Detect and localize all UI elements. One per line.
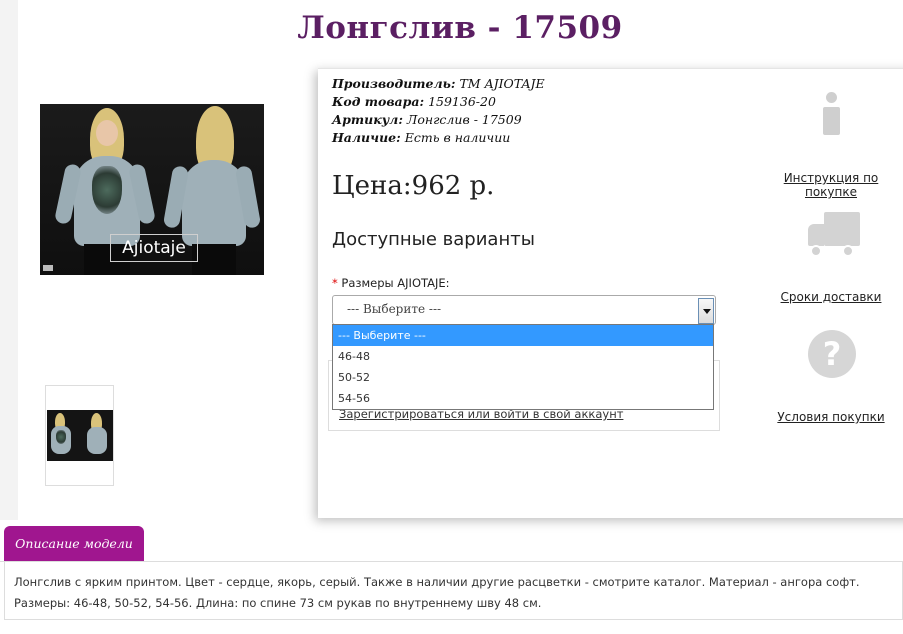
size-label-text: Размеры AJIOTAJE: xyxy=(341,276,450,290)
size-select[interactable]: --- Выберите --- xyxy=(332,295,716,325)
terms-item: Условия покупки xyxy=(756,410,903,424)
instruction-link[interactable]: Инструкция по покупке xyxy=(756,171,903,199)
price: Цена:962 р. xyxy=(332,171,495,201)
delivery-link[interactable]: Сроки доставки xyxy=(756,290,903,304)
code-label: Код товара: xyxy=(332,94,425,109)
question-icon: ? xyxy=(808,330,856,378)
availability-row: Наличие: Есть в наличии xyxy=(332,129,545,147)
product-thumbnail[interactable] xyxy=(45,385,114,486)
truck-icon xyxy=(806,212,860,258)
availability-label: Наличие: xyxy=(332,130,401,145)
info-icon xyxy=(820,92,844,136)
code-value: 159136-20 xyxy=(428,94,496,109)
variants-heading: Доступные варианты xyxy=(332,229,535,250)
instruction-item: Инструкция по покупке xyxy=(756,171,903,199)
thumbnail-image xyxy=(47,410,113,461)
manufacturer-value: ТМ AJIOTAJE xyxy=(459,76,545,91)
description-text: Лонгслив с ярким принтом. Цвет - сердце,… xyxy=(14,575,860,610)
article-label: Артикул: xyxy=(332,112,403,127)
size-dropdown-list[interactable]: --- Выберите --- 46-48 50-52 54-56 xyxy=(332,324,714,410)
size-select-value: --- Выберите --- xyxy=(347,302,442,316)
article-row: Артикул: Лонгслив - 17509 xyxy=(332,111,545,129)
chevron-down-icon[interactable] xyxy=(698,298,714,324)
size-option[interactable]: 54-56 xyxy=(333,388,713,409)
size-option[interactable]: 50-52 xyxy=(333,367,713,388)
code-row: Код товара: 159136-20 xyxy=(332,93,545,111)
left-margin-strip xyxy=(0,0,18,520)
size-option[interactable]: 46-48 xyxy=(333,346,713,367)
required-marker: * xyxy=(332,276,338,290)
size-label: * Размеры AJIOTAJE: xyxy=(332,276,450,290)
page-title: Лонгслив - 17509 xyxy=(297,10,623,46)
size-option[interactable]: --- Выберите --- xyxy=(333,325,713,346)
manufacturer-row: Производитель: ТМ AJIOTAJE xyxy=(332,75,545,93)
tab-description[interactable]: Описание модели xyxy=(4,526,144,562)
manufacturer-label: Производитель: xyxy=(332,76,456,91)
image-corner-logo xyxy=(43,265,53,271)
article-value: Лонгслив - 17509 xyxy=(406,112,522,127)
terms-link[interactable]: Условия покупки xyxy=(756,410,903,424)
availability-value: Есть в наличии xyxy=(404,130,511,145)
delivery-item: Сроки доставки xyxy=(756,290,903,304)
description-panel: Лонгслив с ярким принтом. Цвет - сердце,… xyxy=(4,562,903,620)
image-brand-watermark: Ajiotaje xyxy=(110,234,198,262)
product-main-image[interactable]: Ajiotaje xyxy=(40,104,264,275)
product-meta: Производитель: ТМ AJIOTAJE Код товара: 1… xyxy=(332,75,545,147)
